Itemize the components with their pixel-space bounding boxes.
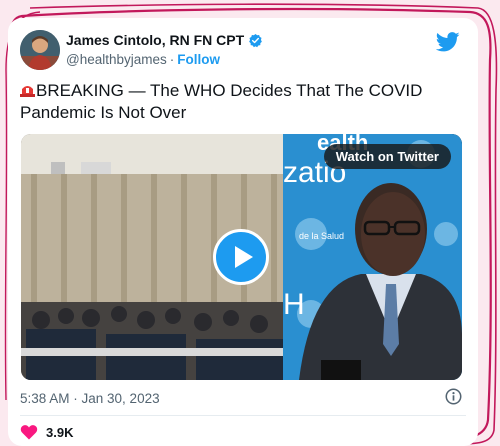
play-icon [235, 246, 253, 268]
video-media[interactable]: ealth zatio de la Salud H Watch on Twitt… [21, 134, 462, 380]
tweet-text: BREAKING — The WHO Decides That The COVI… [20, 81, 423, 122]
backdrop-text-small: de la Salud [299, 231, 344, 241]
play-button[interactable] [213, 229, 269, 285]
author-avatar[interactable] [20, 30, 60, 70]
heart-icon [20, 425, 38, 440]
tweet-card: James Cintolo, RN FN CPT @healthbyjames ·… [8, 18, 478, 446]
info-icon[interactable] [445, 388, 462, 405]
author-name[interactable]: James Cintolo, RN FN CPT [66, 32, 244, 48]
tweet-timestamp[interactable]: 5:38 AM · Jan 30, 2023 [20, 391, 160, 406]
verified-badge-icon [249, 33, 263, 47]
author-handle[interactable]: @healthbyjames [66, 52, 167, 67]
like-count: 3.9K [46, 424, 74, 440]
divider [20, 415, 466, 416]
twitter-bird-icon[interactable] [436, 32, 460, 52]
backdrop-text-bottom: H [283, 288, 305, 321]
watch-on-twitter-button[interactable]: Watch on Twitter [323, 144, 451, 169]
like-action[interactable]: 3.9K [20, 424, 73, 440]
follow-link[interactable]: Follow [177, 52, 220, 67]
separator-dot: · [169, 52, 175, 67]
siren-icon [20, 86, 35, 97]
